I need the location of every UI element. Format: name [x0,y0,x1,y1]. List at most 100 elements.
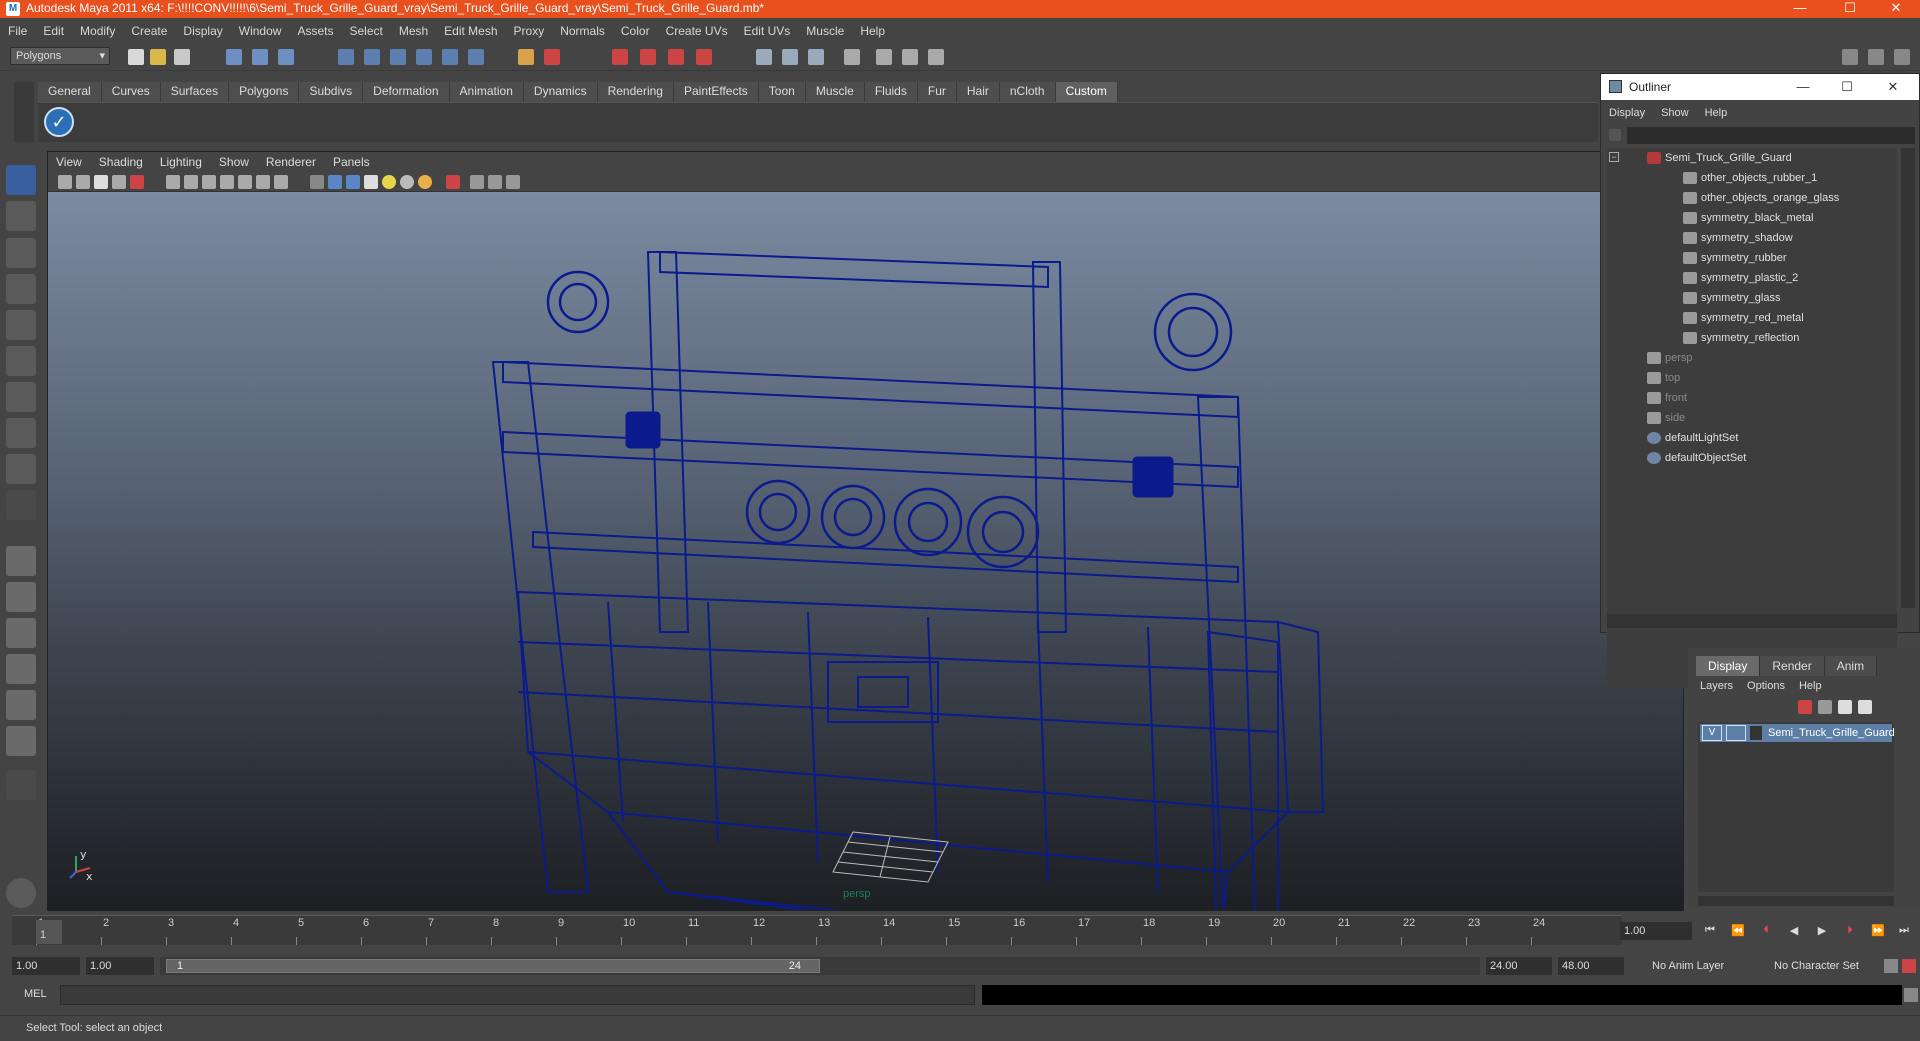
select-hierarchy-icon[interactable] [226,49,242,65]
wireframe-icon[interactable] [310,175,324,189]
viewport-menu-view[interactable]: View [56,155,82,169]
film-gate-icon[interactable] [184,175,198,189]
menu-create[interactable]: Create [131,24,167,38]
shelf-tab-toon[interactable]: Toon [758,82,806,102]
menu-color[interactable]: Color [621,24,650,38]
menu-select[interactable]: Select [349,24,382,38]
render-settings-icon[interactable] [668,49,684,65]
camera-select-icon[interactable] [58,175,72,189]
shelf-tab-muscle[interactable]: Muscle [805,82,865,102]
layer-horizontal-scrollbar[interactable] [1698,896,1894,906]
viewport-menu-show[interactable]: Show [219,155,249,169]
menu-muscle[interactable]: Muscle [806,24,844,38]
layout-four-icon[interactable] [928,49,944,65]
outliner-item[interactable]: persp [1647,348,1693,368]
outliner-item[interactable]: other_objects_orange_glass [1683,188,1839,208]
menu-modify[interactable]: Modify [80,24,115,38]
snap-plane-icon[interactable] [416,49,432,65]
safe-action-icon[interactable] [256,175,270,189]
show-channel-box-icon[interactable] [1842,49,1858,65]
snap-point-icon[interactable] [390,49,406,65]
filter-options-icon[interactable] [1609,129,1621,141]
shelf-tab-animation[interactable]: Animation [449,82,524,102]
layer-tab-render[interactable]: Render [1760,656,1825,676]
viewport-menu-panels[interactable]: Panels [333,155,370,169]
shelf-tab-custom[interactable]: Custom [1055,82,1118,102]
outliner-item[interactable]: symmetry_glass [1683,288,1780,308]
outliner-filter-input[interactable] [1627,127,1915,144]
show-manipulator-icon[interactable] [6,454,36,484]
auto-key-icon[interactable] [1884,959,1898,973]
current-frame-marker[interactable]: 1 [36,920,62,944]
menu-window[interactable]: Window [239,24,282,38]
outliner-item[interactable]: front [1647,388,1687,408]
xray-icon[interactable] [470,175,484,189]
menu-mesh[interactable]: Mesh [399,24,428,38]
attribute-editor-toggle-icon[interactable] [808,49,824,65]
outliner-item[interactable]: symmetry_rubber [1683,248,1787,268]
textured-icon[interactable] [364,175,378,189]
wireframe-on-shaded-icon[interactable] [346,175,360,189]
rotate-tool-icon[interactable] [6,310,36,340]
xray-components-icon[interactable] [506,175,520,189]
new-scene-icon[interactable] [128,49,144,65]
outliner-vertical-scrollbar[interactable] [1901,148,1915,608]
outliner-item[interactable]: top [1647,368,1680,388]
open-scene-icon[interactable] [150,49,166,65]
outliner-item[interactable]: symmetry_shadow [1683,228,1793,248]
move-layer-down-icon[interactable] [1858,700,1872,714]
outliner-item[interactable]: other_objects_rubber_1 [1683,168,1817,188]
character-set-selector[interactable]: No Character Set [1770,957,1880,975]
animation-start-field[interactable]: 1.00 [12,957,80,975]
playback-end-field[interactable]: 24.00 [1486,957,1552,975]
shelf-menu-handle[interactable] [14,82,34,142]
xray-joints-icon[interactable] [488,175,502,189]
select-object-icon[interactable] [252,49,268,65]
layout-single-pane-icon[interactable] [6,546,36,576]
move-layer-up-icon[interactable] [1838,700,1852,714]
animation-preferences-icon[interactable] [1902,959,1916,973]
outliner-item[interactable]: side [1647,408,1685,428]
outliner-item[interactable]: symmetry_plastic_2 [1683,268,1798,288]
menu-display[interactable]: Display [183,24,222,38]
outliner-close-icon[interactable]: ✕ [1873,74,1913,100]
collapse-toggle-icon[interactable]: − [1609,152,1619,162]
snap-surface-icon[interactable] [442,49,458,65]
shelf-tab-painteffects[interactable]: PaintEffects [673,82,759,102]
outliner-item[interactable]: symmetry_red_metal [1683,308,1804,328]
outliner-item[interactable]: defaultLightSet [1647,428,1738,448]
step-back-key-icon[interactable]: ⏴ [1756,924,1776,940]
hypershade-icon[interactable] [696,49,712,65]
channel-box-toggle-icon[interactable] [782,49,798,65]
viewport-persp[interactable]: View Shading Lighting Show Renderer Pane… [47,151,1684,911]
snap-live-icon[interactable] [468,49,484,65]
ipr-render-icon[interactable] [640,49,656,65]
range-slider[interactable]: 1 24 [160,957,1480,975]
select-tool-icon[interactable] [6,165,36,195]
viewport-scene[interactable]: y x persp [48,192,1683,910]
universal-manipulator-icon[interactable] [6,382,36,412]
command-language-label[interactable]: MEL [24,988,47,1000]
outliner-menu-show[interactable]: Show [1661,107,1689,119]
close-icon[interactable]: ✕ [1876,0,1916,18]
menu-create-uvs[interactable]: Create UVs [666,24,728,38]
shelf-tab-rendering[interactable]: Rendering [597,82,674,102]
input-line-icon[interactable] [756,49,772,65]
shelf-tab-general[interactable]: General [38,82,102,102]
shelf-tab-ncloth[interactable]: nCloth [999,82,1056,102]
checkmark-icon[interactable]: ✓ [44,107,74,137]
use-default-lighting-icon[interactable] [382,175,396,189]
anim-layer-selector[interactable]: No Anim Layer [1648,957,1758,975]
gesture-tool-icon[interactable] [6,878,36,908]
layout-four-pane-icon[interactable] [6,582,36,612]
layout-outliner-persp-icon[interactable] [6,618,36,648]
outliner-maximize-icon[interactable]: ☐ [1827,74,1867,100]
maximize-icon[interactable]: ☐ [1830,0,1870,18]
viewport-menu-shading[interactable]: Shading [99,155,143,169]
shelf-tab-fur[interactable]: Fur [917,82,957,102]
camera-attributes-icon[interactable] [76,175,90,189]
construction-history-icon[interactable] [544,49,560,65]
shelf-tab-surfaces[interactable]: Surfaces [160,82,230,102]
layout-dope-sheet-icon[interactable] [6,726,36,756]
lasso-tool-icon[interactable] [6,201,36,231]
